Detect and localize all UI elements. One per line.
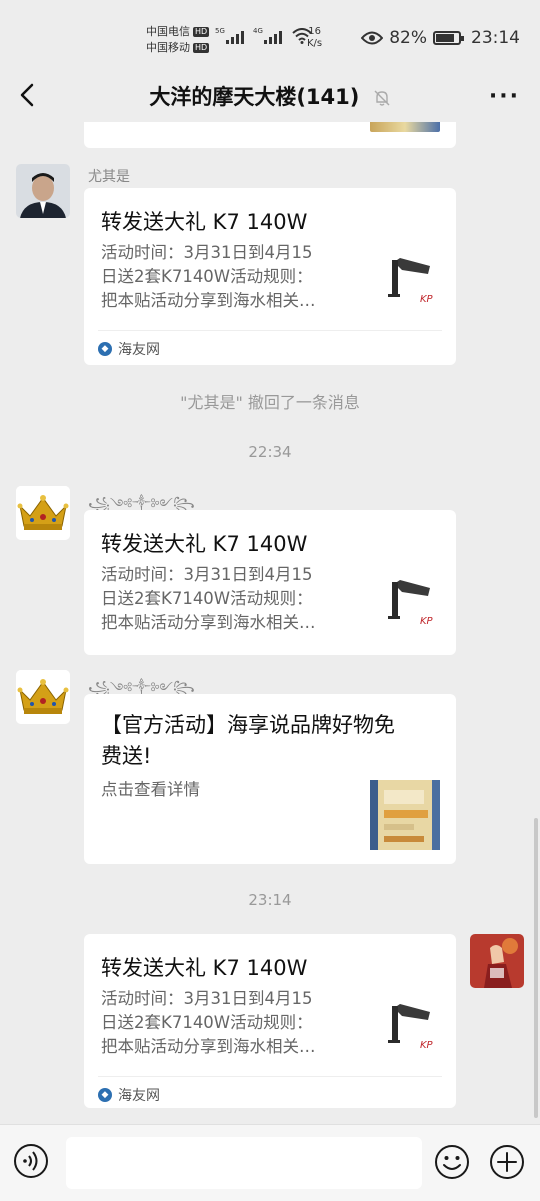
avatar[interactable] (16, 486, 70, 540)
message-input[interactable] (66, 1137, 422, 1189)
more-options-button[interactable]: ··· (489, 84, 520, 109)
crown-avatar-icon (16, 670, 70, 724)
partial-message-card[interactable] (84, 122, 456, 148)
signal-4g-icon: 4G (253, 27, 282, 44)
link-card[interactable]: 转发送大礼 K7 140W 活动时间：3月31日到4月15 日送2套K7140W… (84, 510, 456, 655)
card-desc-line: 日送2套K7140W活动规则： (101, 267, 313, 286)
hd-badge: HD (193, 27, 210, 37)
my-avatar[interactable] (470, 934, 524, 988)
person-avatar-icon (16, 164, 70, 218)
speed-value: 16 (308, 26, 321, 37)
svg-text:KP: KP (420, 1040, 434, 1051)
battery-icon (433, 31, 464, 45)
card-title-line: 【官方活动】海享说品牌好物免 (101, 713, 395, 737)
aquarium-light-thumbnail: KP (380, 994, 442, 1060)
carrier-1: 中国电信 (146, 25, 190, 38)
svg-text:KP: KP (420, 294, 434, 305)
timestamp: 23:14 (248, 891, 292, 909)
voice-input-button[interactable] (14, 1144, 48, 1178)
card-desc-line: 活动时间：3月31日到4月15 (101, 989, 313, 1008)
voice-icon (23, 1151, 38, 1171)
card-desc-line: 把本贴活动分享到海水相关… (101, 613, 316, 632)
carrier-2: 中国移动 (146, 41, 190, 54)
sender-nickname: 尤其是 (88, 169, 130, 185)
network-type-5g: 5G (215, 27, 225, 35)
card-desc-line: 把本贴活动分享到海水相关… (101, 1037, 316, 1056)
avatar[interactable] (16, 164, 70, 218)
hd-badge: HD (193, 43, 210, 53)
card-source: ◆ 海友网 (98, 330, 442, 359)
clock: 23:14 (471, 28, 520, 48)
chat-title-text: 大洋的摩天大楼(141) (149, 85, 360, 109)
status-right: 82% 23:14 (361, 28, 520, 48)
card-source: ◆ 海友网 (98, 1076, 442, 1105)
card-description: 活动时间：3月31日到4月15 日送2套K7140W活动规则： 把本贴活动分享到… (101, 241, 351, 313)
card-desc-line: 日送2套K7140W活动规则： (101, 1013, 313, 1032)
status-bar: 中国电信 HD 中国移动 HD 5G 4G 16 K/s 82% 23:14 (0, 0, 540, 70)
card-description: 活动时间：3月31日到4月15 日送2套K7140W活动规则： 把本贴活动分享到… (101, 987, 351, 1059)
source-logo-icon: ◆ (98, 342, 112, 356)
signal-indicators: 5G 4G (215, 27, 312, 44)
card-desc-line: 日送2套K7140W活动规则： (101, 589, 313, 608)
source-name: 海友网 (118, 342, 160, 358)
signal-5g-icon: 5G (215, 27, 244, 44)
scrollbar[interactable] (534, 818, 538, 1118)
card-title: 转发送大礼 K7 140W (101, 210, 308, 234)
crown-avatar-icon (16, 486, 70, 540)
card-title: 转发送大礼 K7 140W (101, 956, 308, 980)
anime-player-avatar-icon (470, 934, 524, 988)
recall-notice: "尤其是" 撤回了一条消息 (180, 393, 360, 412)
muted-bell-icon (374, 90, 390, 106)
link-card[interactable]: 转发送大礼 K7 140W 活动时间：3月31日到4月15 日送2套K7140W… (84, 188, 456, 365)
card-description: 活动时间：3月31日到4月15 日送2套K7140W活动规则： 把本贴活动分享到… (101, 563, 351, 635)
card-title-line: 费送! (101, 744, 152, 768)
svg-text:KP: KP (420, 616, 434, 627)
card-description: 点击查看详情 (101, 780, 200, 799)
source-logo-icon: ◆ (98, 1088, 112, 1102)
link-card[interactable]: 【官方活动】海享说品牌好物免 费送! 点击查看详情 (84, 694, 456, 864)
aquarium-light-thumbnail: KP (380, 248, 442, 314)
card-desc-line: 活动时间：3月31日到4月15 (101, 243, 313, 262)
input-bar (0, 1124, 540, 1201)
plus-icon[interactable] (489, 1144, 525, 1180)
battery-percent: 82% (389, 28, 427, 48)
promo-thumbnail (370, 780, 440, 850)
timestamp: 22:34 (248, 443, 292, 461)
partial-thumbnail (370, 122, 440, 132)
speed-unit: K/s (307, 38, 323, 49)
chat-header: 大洋的摩天大楼(141) ··· (0, 70, 540, 122)
card-title: 转发送大礼 K7 140W (101, 532, 308, 556)
link-card[interactable]: 转发送大礼 K7 140W 活动时间：3月31日到4月15 日送2套K7140W… (84, 934, 456, 1108)
network-speed: 16 K/s (307, 26, 322, 50)
emoji-icon[interactable] (434, 1144, 470, 1180)
eye-icon (361, 31, 384, 45)
card-desc-line: 把本贴活动分享到海水相关… (101, 291, 316, 310)
aquarium-light-thumbnail: KP (380, 570, 442, 636)
card-title: 【官方活动】海享说品牌好物免 费送! (101, 710, 395, 772)
source-name: 海友网 (118, 1088, 160, 1104)
card-desc-line: 活动时间：3月31日到4月15 (101, 565, 313, 584)
carrier-info: 中国电信 HD 中国移动 HD (146, 24, 210, 56)
chat-title: 大洋的摩天大楼(141) (0, 81, 540, 111)
network-type-4g: 4G (253, 27, 263, 35)
avatar[interactable] (16, 670, 70, 724)
message-list[interactable]: 尤其是 转发送大礼 K7 140W 活动时间：3月31日到4月15 日送2套K7… (0, 122, 540, 1124)
